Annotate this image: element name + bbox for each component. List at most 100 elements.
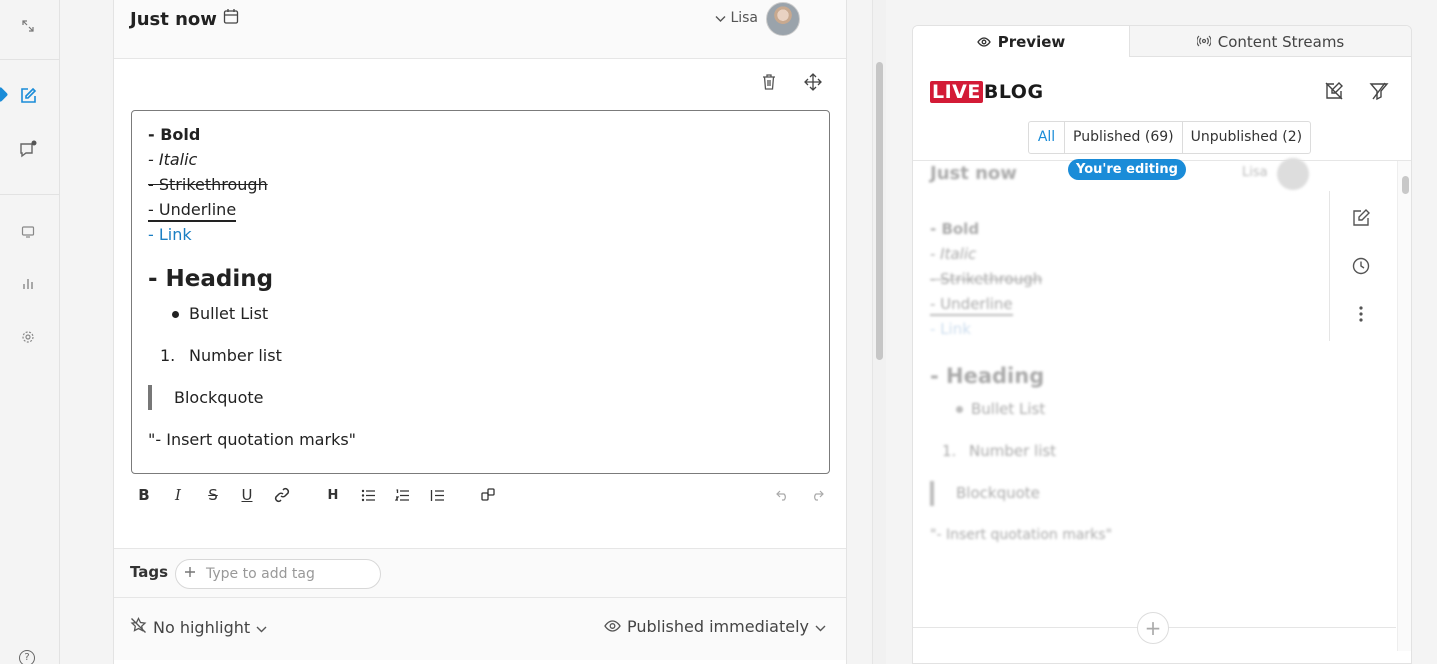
chevron-down-icon[interactable] bbox=[715, 11, 726, 27]
filter-all[interactable]: All bbox=[1029, 122, 1064, 153]
preview-bullet-text: Bullet List bbox=[971, 400, 1046, 418]
preview-post-timestamp: Just now bbox=[930, 163, 1017, 184]
tags-label: Tags bbox=[130, 563, 169, 581]
quotation-line: "- Insert quotation marks" bbox=[148, 430, 357, 449]
eye-icon bbox=[604, 617, 621, 636]
editor-scrollbar[interactable] bbox=[872, 0, 886, 664]
bold-line: - Bold bbox=[148, 125, 201, 144]
preview-bold-line: - Bold bbox=[930, 220, 980, 238]
liveblog-logo: LIVE BLOG bbox=[930, 81, 1044, 103]
filter-off-icon[interactable] bbox=[1369, 81, 1389, 101]
logo-blog: BLOG bbox=[983, 81, 1044, 103]
edit-off-icon[interactable] bbox=[1324, 81, 1344, 101]
link-icon[interactable] bbox=[271, 484, 293, 506]
tab-preview[interactable]: Preview bbox=[913, 26, 1130, 57]
edit-posts-icon[interactable] bbox=[18, 86, 38, 106]
preview-panel: Preview Content Streams LIVE BLOG All Pu… bbox=[912, 25, 1412, 664]
tags-row: Tags Type to add tag bbox=[114, 548, 846, 598]
number-list-item: 1. Number list bbox=[148, 343, 813, 368]
tag-input[interactable]: Type to add tag bbox=[175, 559, 381, 589]
preview-link-line: - Link bbox=[930, 320, 971, 338]
editing-badge: You're editing bbox=[1068, 159, 1186, 180]
scrollbar-thumb[interactable] bbox=[876, 62, 883, 360]
tab-content-streams[interactable]: Content Streams bbox=[1130, 26, 1411, 57]
preview-scrollbar[interactable] bbox=[1397, 161, 1411, 651]
chevron-down-icon bbox=[256, 618, 267, 637]
bullet-list-icon[interactable] bbox=[357, 484, 379, 506]
more-options-icon[interactable] bbox=[1352, 305, 1372, 325]
comments-icon[interactable] bbox=[18, 140, 38, 160]
underline-icon[interactable]: U bbox=[236, 484, 258, 506]
preview-quote-line: "- Insert quotation marks" bbox=[930, 527, 1113, 543]
settings-icon[interactable] bbox=[18, 327, 38, 347]
chevron-down-icon bbox=[815, 617, 826, 636]
broadcast-icon bbox=[1196, 33, 1212, 51]
heading-line: - Heading bbox=[148, 266, 274, 292]
number-text: Number list bbox=[189, 346, 282, 365]
analytics-icon[interactable] bbox=[18, 274, 38, 294]
number-list-icon[interactable] bbox=[391, 484, 413, 506]
preview-scrollbar-thumb[interactable] bbox=[1402, 176, 1409, 194]
trash-icon[interactable] bbox=[761, 73, 779, 91]
rich-text-editor[interactable]: - Bold - Italic - Strikethrough - Underl… bbox=[131, 110, 830, 474]
filter-published[interactable]: Published (69) bbox=[1064, 122, 1182, 153]
blockquote: Blockquote bbox=[148, 385, 813, 410]
filter-unpublished[interactable]: Unpublished (2) bbox=[1181, 122, 1310, 153]
underline-line: - Underline bbox=[148, 199, 237, 222]
move-icon[interactable] bbox=[804, 73, 822, 91]
heading-icon[interactable]: H bbox=[322, 484, 344, 506]
bullet-list-item: Bullet List bbox=[148, 301, 813, 326]
link-line[interactable]: - Link bbox=[148, 222, 813, 247]
preview-post-content: - Bold - Italic - Strikethrough - Underl… bbox=[930, 217, 1112, 548]
avatar[interactable] bbox=[766, 2, 800, 36]
redo-icon[interactable] bbox=[806, 484, 828, 506]
author-name[interactable]: Lisa bbox=[730, 10, 758, 26]
preview-author: Lisa bbox=[1242, 165, 1268, 180]
italic-icon[interactable]: I bbox=[167, 484, 189, 506]
eye-icon bbox=[976, 33, 991, 51]
post-header: Just now Lisa bbox=[114, 0, 846, 59]
preview-strike-line: - Strikethrough bbox=[930, 270, 1043, 288]
preview-avatar bbox=[1277, 158, 1309, 190]
blockquote-icon[interactable] bbox=[426, 484, 448, 506]
embed-icon[interactable] bbox=[477, 484, 499, 506]
display-icon[interactable] bbox=[18, 222, 38, 242]
tab-preview-label: Preview bbox=[997, 32, 1066, 51]
post-title: Just now bbox=[130, 8, 239, 30]
preview-number-text: Number list bbox=[969, 442, 1057, 460]
number-marker: 1. bbox=[160, 346, 176, 365]
publish-select[interactable]: Published immediately bbox=[604, 617, 826, 636]
strikethrough-line: - Strikethrough bbox=[148, 175, 268, 194]
post-options-row: No highlight Published immediately bbox=[114, 598, 846, 660]
highlight-label: No highlight bbox=[153, 618, 251, 637]
help-icon[interactable]: ? bbox=[19, 650, 35, 664]
active-indicator bbox=[0, 86, 9, 103]
formatting-toolbar: B I S U H bbox=[131, 484, 830, 508]
tag-input-placeholder: Type to add tag bbox=[206, 566, 315, 582]
italic-line: - Italic bbox=[148, 150, 198, 169]
edit-icon[interactable] bbox=[1352, 209, 1372, 229]
no-highlight-icon bbox=[130, 617, 147, 638]
strikethrough-icon[interactable]: S bbox=[202, 484, 224, 506]
collapse-icon[interactable] bbox=[18, 16, 38, 36]
preview-tabs: Preview Content Streams bbox=[913, 26, 1411, 57]
bold-icon[interactable]: B bbox=[133, 484, 155, 506]
preview-body: Just now You're editing Lisa - Bold - It… bbox=[913, 158, 1411, 651]
calendar-icon[interactable] bbox=[223, 8, 239, 30]
left-navigation-rail bbox=[0, 0, 60, 664]
clock-icon[interactable] bbox=[1352, 257, 1372, 277]
preview-toolbar: LIVE BLOG All Published (69) Unpublished… bbox=[913, 57, 1411, 161]
undo-icon[interactable] bbox=[771, 484, 793, 506]
publish-label: Published immediately bbox=[626, 617, 809, 636]
preview-heading-line: - Heading bbox=[930, 364, 1045, 388]
plus-icon bbox=[184, 566, 196, 582]
highlight-select[interactable]: No highlight bbox=[130, 617, 267, 638]
preview-underline-line: - Underline bbox=[930, 294, 1013, 316]
logo-live: LIVE bbox=[930, 81, 983, 103]
preview-number-item: 1. Number list bbox=[930, 439, 1112, 464]
add-post-button[interactable]: + bbox=[1137, 612, 1169, 644]
preview-bullet-item: Bullet List bbox=[930, 397, 1112, 422]
tab-content-streams-label: Content Streams bbox=[1217, 32, 1345, 51]
post-timestamp: Just now bbox=[130, 8, 217, 30]
preview-italic-line: - Italic bbox=[930, 245, 977, 263]
